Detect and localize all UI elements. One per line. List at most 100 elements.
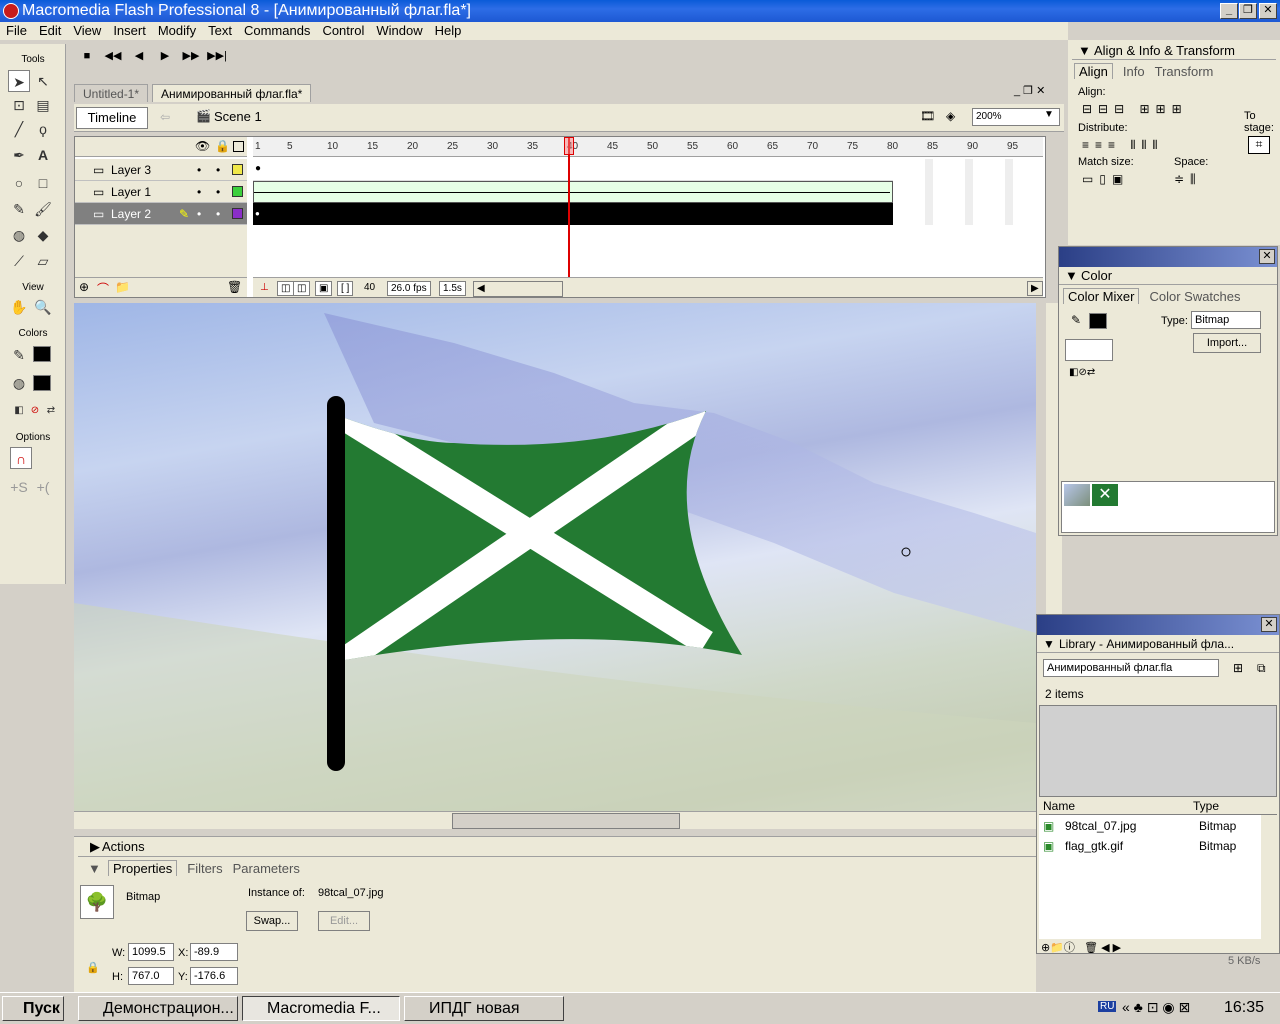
playhead-handle[interactable] xyxy=(564,137,574,155)
lock-dot[interactable]: • xyxy=(216,181,220,203)
swap-button[interactable]: Swap... xyxy=(246,911,298,931)
outline-icon[interactable] xyxy=(233,141,244,152)
tab-info[interactable]: Info xyxy=(1123,64,1145,79)
delete-layer-icon[interactable]: 🗑 xyxy=(227,280,242,294)
menu-view[interactable]: View xyxy=(67,22,107,40)
match-size-buttons[interactable]: ▭▯▣ xyxy=(1082,172,1129,186)
lasso-tool-icon[interactable]: ϙ xyxy=(32,118,54,140)
eraser-icon[interactable]: ▱ xyxy=(32,250,54,272)
edit-symbol-icon[interactable]: ◈ xyxy=(946,109,955,123)
close-icon[interactable]: ✕ xyxy=(1259,249,1275,264)
keyframe-dot[interactable]: ● xyxy=(255,163,261,174)
start-button[interactable]: Пуск xyxy=(2,996,64,1021)
close-icon[interactable]: ✕ xyxy=(1261,617,1277,632)
ink-bottle-icon[interactable]: ◍ xyxy=(8,224,30,246)
color-panel-titlebar[interactable]: ✕ xyxy=(1059,247,1277,267)
hscroll-thumb[interactable] xyxy=(452,813,680,829)
frame-ruler[interactable]: 15101520253035404550556065707580859095 xyxy=(253,137,1043,157)
frames-layer-3[interactable]: ● xyxy=(253,159,893,181)
visibility-dot[interactable]: • xyxy=(197,203,201,225)
tab-transform[interactable]: Transform xyxy=(1155,64,1214,79)
distribute-buttons[interactable]: ≡≡≡ ⫴⫴⫴ xyxy=(1082,138,1163,153)
scroll-right-icon[interactable]: ▶ xyxy=(1027,281,1043,296)
tab-animated-flag[interactable]: Анимированный флаг.fla* xyxy=(152,84,312,102)
text-tool-icon[interactable]: A xyxy=(32,144,54,166)
x-input[interactable]: -89.9 xyxy=(190,943,238,961)
onion-markers-icon[interactable]: [ ] xyxy=(337,281,354,296)
line-tool-icon[interactable]: ╱ xyxy=(8,118,30,140)
brush-tool-icon[interactable]: 🖌 xyxy=(32,198,54,220)
tray-icons[interactable]: « ♣ ⊡ ◉ ⊠ xyxy=(1122,999,1190,1016)
edit-scene-icon[interactable]: 🎞 xyxy=(920,109,935,123)
layer-row-selected[interactable]: ▭ Layer 2 ✎ • • xyxy=(75,203,247,225)
language-indicator[interactable]: RU xyxy=(1098,1001,1117,1012)
restore-button[interactable]: ❐ xyxy=(1239,3,1257,19)
tab-properties[interactable]: Properties xyxy=(108,860,178,876)
list-item[interactable]: ▣ flag_gtk.gif Bitmap xyxy=(1041,839,1261,857)
layer-row[interactable]: ▭ Layer 3 • • xyxy=(75,159,247,181)
menu-commands[interactable]: Commands xyxy=(238,22,316,40)
library-header[interactable]: ▼ Library - Анимированный фла... xyxy=(1037,635,1279,653)
layer-color-swatch[interactable] xyxy=(232,208,243,219)
pencil-tool-icon[interactable]: ✎ xyxy=(8,198,30,220)
height-input[interactable]: 767.0 xyxy=(128,967,174,985)
chevron-down-icon[interactable]: ▼ xyxy=(1078,42,1091,60)
library-footer-icons[interactable]: ⊕📁ⓘ 🗑 ◀ ▶ xyxy=(1041,939,1121,955)
rewind-button[interactable]: ◀◀ xyxy=(100,44,126,68)
lock-dot[interactable]: • xyxy=(216,159,220,181)
eyedropper-icon[interactable]: ⟋ xyxy=(8,250,30,272)
menu-window[interactable]: Window xyxy=(370,22,428,40)
menu-help[interactable]: Help xyxy=(429,22,468,40)
smooth-icon[interactable]: +S xyxy=(8,476,30,498)
onion-outline-icon[interactable]: ◫ xyxy=(293,281,311,296)
stop-button[interactable]: ■ xyxy=(74,44,100,68)
list-item[interactable]: ▣ 98tcal_07.jpg Bitmap xyxy=(1041,819,1261,837)
playhead-line[interactable] xyxy=(568,137,570,287)
thumbnail-sky[interactable] xyxy=(1064,484,1090,506)
gradient-transform-icon[interactable]: ▤ xyxy=(32,94,54,116)
straighten-icon[interactable]: +( xyxy=(32,476,54,498)
back-arrow-icon[interactable]: ⇦ xyxy=(160,110,170,124)
stroke-swatch[interactable] xyxy=(33,346,51,362)
chevron-down-icon[interactable]: ▼ xyxy=(1065,267,1078,285)
eye-icon[interactable]: 👁 xyxy=(195,139,210,153)
space-buttons[interactable]: ≑⫼ xyxy=(1174,172,1202,187)
new-library-icon[interactable]: ⧉ xyxy=(1257,661,1266,676)
width-input[interactable]: 1099.5 xyxy=(128,943,174,961)
step-back-button[interactable]: ◀ xyxy=(126,44,152,68)
fill-swatch[interactable] xyxy=(33,375,51,391)
onion-skin-icon[interactable]: ◫ xyxy=(277,281,295,296)
column-type[interactable]: Type xyxy=(1193,799,1219,813)
free-transform-icon[interactable]: ⊡ xyxy=(8,94,30,116)
selection-tool-icon[interactable]: ➤ xyxy=(8,70,30,92)
column-name[interactable]: Name xyxy=(1043,799,1075,813)
close-button[interactable]: ✕ xyxy=(1259,3,1277,19)
task-folder[interactable]: ИПДГ новая xyxy=(404,996,564,1021)
pen-tool-icon[interactable]: ✒ xyxy=(8,144,30,166)
lock-dot[interactable]: • xyxy=(216,203,220,225)
thumbnail-flag[interactable]: ✕ xyxy=(1092,484,1118,506)
add-layer-icon[interactable]: ⊕ xyxy=(79,280,89,294)
step-forward-button[interactable]: ▶▶ xyxy=(178,44,204,68)
align-panel-header[interactable]: ▼ Align & Info & Transform xyxy=(1072,42,1276,60)
oval-tool-icon[interactable]: ○ xyxy=(8,172,30,194)
tab-untitled[interactable]: Untitled-1* xyxy=(74,84,149,102)
add-folder-icon[interactable]: 📁 xyxy=(115,280,130,294)
menu-control[interactable]: Control xyxy=(316,22,370,40)
lock-icon[interactable]: 🔒 xyxy=(215,139,230,153)
go-to-end-button[interactable]: ▶▶| xyxy=(204,44,230,68)
center-frame-icon[interactable]: ⊥ xyxy=(257,281,272,294)
tab-parameters[interactable]: Parameters xyxy=(233,861,300,876)
library-document-select[interactable]: Анимированный флаг.fla xyxy=(1043,659,1219,677)
menu-insert[interactable]: Insert xyxy=(107,22,152,40)
color-mini-buttons[interactable]: ◧⊘⇄ xyxy=(1069,367,1095,378)
subselection-tool-icon[interactable]: ↖ xyxy=(32,70,54,92)
frames-layer-2[interactable]: ● xyxy=(253,203,893,225)
chevron-down-icon[interactable]: ▼ xyxy=(1043,635,1055,653)
library-titlebar[interactable]: ✕ xyxy=(1037,615,1279,635)
edit-button[interactable]: Edit... xyxy=(318,911,370,931)
keyframe-dot[interactable]: ● xyxy=(255,209,260,218)
layer-color-swatch[interactable] xyxy=(232,164,243,175)
tab-color-swatches[interactable]: Color Swatches xyxy=(1149,289,1240,304)
edit-multiple-icon[interactable]: ▣ xyxy=(315,281,333,296)
